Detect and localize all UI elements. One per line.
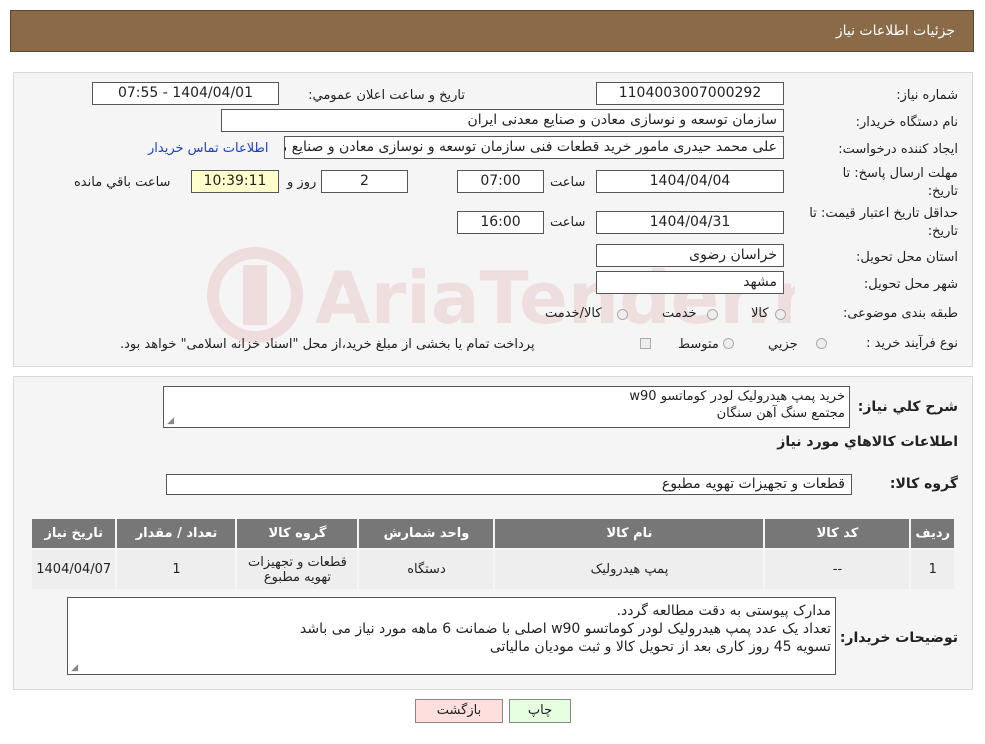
announce-field: 1404/04/01 - 07:55 xyxy=(92,82,279,105)
buyer-notes-line-2: تعداد یک عدد پمپ هیدرولیک لودر کوماتسو w… xyxy=(300,621,831,637)
city-field: مشهد xyxy=(596,271,784,294)
remaining-time-field: 10:39:11 xyxy=(191,170,279,193)
days-label: روز و xyxy=(287,175,317,190)
resize-grip-icon[interactable]: ◢ xyxy=(70,664,78,673)
announce-label: تاریخ و ساعت اعلان عمومي: xyxy=(308,88,465,103)
items-table: رديف کد کالا نام کالا واحد شمارش گروه کا… xyxy=(29,517,956,591)
creator-field: علی محمد حیدری مامور خرید قطعات فنی سازم… xyxy=(284,136,784,159)
validity-label-2: تاريخ: xyxy=(927,224,958,239)
contact-info-link[interactable]: اطلاعات تماس خريدار xyxy=(148,141,268,156)
province-field: خراسان رضوی xyxy=(596,244,784,267)
city-label: شهر محل تحويل: xyxy=(863,277,958,292)
purchase-note: پرداخت تمام يا بخشی از مبلغ خريد،از محل … xyxy=(120,337,535,352)
buyer-notes-textarea[interactable]: مدارک پیوستی به دقت مطالعه گردد. تعداد ی… xyxy=(67,597,836,675)
remaining-label: ساعت باقي مانده xyxy=(74,175,171,190)
buyer-org-label: نام دستگاه خريدار: xyxy=(855,115,958,130)
purchase-radio-medium[interactable] xyxy=(723,338,734,349)
cell-unit: دستگاه xyxy=(357,548,496,591)
svg-text:AriaTender.neT: AriaTender.neT xyxy=(315,256,795,340)
creator-label: ايجاد کننده درخواست: xyxy=(838,142,958,157)
purchase-note-checkbox[interactable] xyxy=(640,338,651,349)
goods-group-field: قطعات و تجهیزات تهویه مطبوع xyxy=(166,474,852,495)
page-header: جزئیات اطلاعات نیاز xyxy=(10,10,974,52)
deadline-time-label: ساعت xyxy=(550,175,586,190)
back-button[interactable]: بازگشت xyxy=(415,699,503,723)
cell-quantity: 1 xyxy=(115,548,238,591)
category-label: طبقه بندی موضوعی: xyxy=(842,306,958,321)
validity-label-1: حداقل تاريخ اعتبار قيمت: تا xyxy=(809,206,958,221)
summary-label: شرح کلي نياز: xyxy=(857,399,958,415)
buyer-notes-line-1: مدارک پیوستی به دقت مطالعه گردد. xyxy=(616,603,831,619)
deadline-label-1: مهلت ارسال پاسخ: تا xyxy=(842,166,958,181)
cell-need-date: 1404/04/07 xyxy=(29,548,118,591)
goods-info-title: اطلاعات کالاهاي مورد نياز xyxy=(777,434,958,450)
need-number-label: شماره نیاز: xyxy=(896,88,958,103)
col-row-number: رديف xyxy=(909,517,956,550)
col-item-name: نام کالا xyxy=(493,517,766,550)
category-radio-goods-service[interactable] xyxy=(617,309,628,320)
goods-group-label: گروه کالا: xyxy=(889,476,958,492)
days-field: 2 xyxy=(321,170,408,193)
category-radio-goods[interactable] xyxy=(775,309,786,320)
category-option-goods-service: کالا/خدمت xyxy=(545,306,602,321)
purchase-type-label: نوع فرآيند خريد : xyxy=(866,336,958,351)
validity-date-field: 1404/04/31 xyxy=(596,211,784,234)
buyer-org-field: سازمان توسعه و نوسازی معادن و صنایع معدن… xyxy=(221,109,784,132)
cell-item-code: -- xyxy=(763,548,912,591)
col-need-date: تاريخ نياز xyxy=(29,517,118,550)
summary-line-1: خرید پمپ هیدرولیک لودر کوماتسو w90 xyxy=(629,389,845,404)
items-table-container: رديف کد کالا نام کالا واحد شمارش گروه کا… xyxy=(29,517,956,591)
deadline-time-field: 07:00 xyxy=(457,170,544,193)
table-header-row: رديف کد کالا نام کالا واحد شمارش گروه کا… xyxy=(29,517,956,550)
need-number-field: 1104003007000292 xyxy=(596,82,784,105)
category-option-goods: کالا xyxy=(751,306,769,321)
col-quantity: تعداد / مقدار xyxy=(115,517,238,550)
buyer-notes-label: توضيحات خريدار: xyxy=(839,630,958,646)
print-button[interactable]: چاپ xyxy=(509,699,571,723)
validity-time-label: ساعت xyxy=(550,215,586,230)
deadline-label-2: تاريخ: xyxy=(927,184,958,199)
deadline-date-field: 1404/04/04 xyxy=(596,170,784,193)
resize-grip-icon[interactable]: ◢ xyxy=(166,417,174,426)
purchase-option-minor: جزيي xyxy=(768,337,798,352)
purchase-radio-minor[interactable] xyxy=(816,338,827,349)
col-item-code: کد کالا xyxy=(763,517,912,550)
cell-row-number: 1 xyxy=(909,548,956,591)
page-title: جزئیات اطلاعات نیاز xyxy=(835,23,955,39)
table-row: 1 -- پمپ هیدرولیک دستگاه قطعات و تجهیزات… xyxy=(29,548,956,591)
summary-textarea[interactable]: خرید پمپ هیدرولیک لودر کوماتسو w90 مجتمع… xyxy=(163,386,850,428)
validity-time-field: 16:00 xyxy=(457,211,544,234)
category-radio-service[interactable] xyxy=(707,309,718,320)
col-unit: واحد شمارش xyxy=(357,517,496,550)
col-item-group: گروه کالا xyxy=(235,517,360,550)
buyer-notes-line-3: تسویه 45 روز کاری بعد از تحویل کالا و ثب… xyxy=(489,639,831,655)
cell-item-group: قطعات و تجهیزات تهویه مطبوع xyxy=(235,548,360,591)
cell-item-name: پمپ هیدرولیک xyxy=(493,548,766,591)
purchase-option-medium: متوسط xyxy=(678,337,719,352)
summary-line-2: مجتمع سنگ آهن سنگان xyxy=(716,406,845,421)
province-label: استان محل تحويل: xyxy=(856,250,958,265)
category-option-service: خدمت xyxy=(662,306,697,321)
